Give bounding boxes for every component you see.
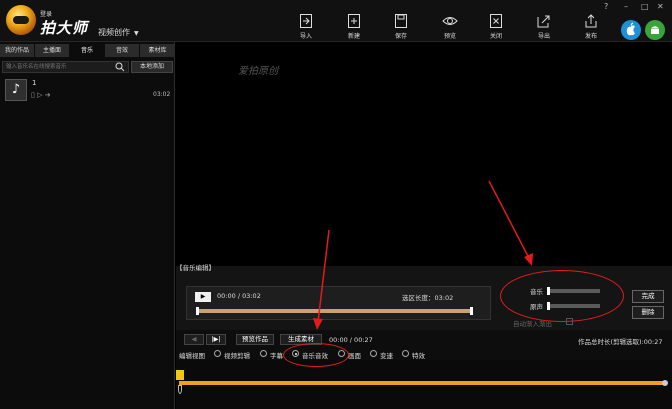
preview-watermark: 爱拍原创 <box>238 66 278 77</box>
view-radio-speed[interactable] <box>370 350 377 357</box>
range-end-handle[interactable] <box>470 307 473 315</box>
timeline-track[interactable] <box>179 381 667 385</box>
total-length: 作品总时长(剪辑选取):00:27 <box>578 338 663 346</box>
view-effects-label: 特效 <box>412 352 425 360</box>
preview-icon <box>442 17 458 25</box>
publish-icon <box>585 14 597 28</box>
maximize-button[interactable]: □ <box>641 2 649 11</box>
publish-label: 发布 <box>584 33 597 40</box>
total-time: 03:02 <box>242 292 261 300</box>
play-icon[interactable]: ▶ <box>195 292 211 302</box>
tab-my-works[interactable]: 我的作品 <box>0 44 34 57</box>
view-radio-subtitle[interactable] <box>260 350 267 357</box>
undo-icon[interactable]: ◀ <box>184 334 204 345</box>
view-frame-label: 画面 <box>348 352 361 360</box>
music-edit-label: 【音乐编辑】 <box>176 264 215 272</box>
mode-menu-label: 视频创作 <box>98 28 130 37</box>
timeline-end-handle[interactable] <box>662 380 668 386</box>
help-button[interactable]: ? <box>604 2 608 11</box>
tab-material-library[interactable]: 素材库 <box>140 44 175 57</box>
chevron-down-icon: ▼ <box>134 30 139 37</box>
tab-anchor[interactable]: 主播面 <box>35 44 69 57</box>
close-icon <box>490 14 502 28</box>
music-item-controls: ▯ ▷ ➔ <box>31 91 51 99</box>
music-duration: 03:02 <box>153 91 171 98</box>
annotation-ellipse-volume <box>500 270 624 322</box>
close-button[interactable]: 关闭 <box>481 14 511 40</box>
mode-menu[interactable]: 视频创作 ▼ <box>98 27 139 38</box>
view-video-edit-label: 视频剪辑 <box>224 352 250 360</box>
music-add-icon[interactable]: ➔ <box>45 91 51 99</box>
import-label: 导入 <box>299 33 312 40</box>
timeline-toolbar: ◀ |▶| 预览作品 生成素材 00:00 / 00:27 作品总时长(剪辑选取… <box>176 330 672 360</box>
apple-icon[interactable] <box>621 20 641 40</box>
timeline <box>176 360 672 409</box>
new-label: 新建 <box>347 33 360 40</box>
delete-button[interactable]: 删除 <box>632 306 664 319</box>
export-icon <box>537 15 550 28</box>
android-icon[interactable] <box>645 20 665 40</box>
music-play-icon[interactable]: ▷ <box>37 91 42 99</box>
timeline-time: 00:00 / 00:27 <box>329 336 373 344</box>
save-label: 保存 <box>394 33 407 40</box>
new-button[interactable]: 新建 <box>339 14 369 40</box>
range-start-handle[interactable] <box>196 307 199 315</box>
library-tabs: 我的作品 主播面 音乐 音效 素材库 <box>0 44 175 58</box>
preview-button[interactable]: 预览 <box>435 14 465 40</box>
new-icon <box>348 14 360 28</box>
view-speed-label: 变速 <box>380 352 393 360</box>
save-icon <box>395 14 407 28</box>
export-button[interactable]: 导出 <box>529 14 559 40</box>
music-file-icon[interactable]: ▯ <box>31 91 35 99</box>
selection-length-label: 选区长度： <box>402 294 435 302</box>
app-logo-icon <box>6 5 36 35</box>
done-button[interactable]: 完成 <box>632 290 664 303</box>
music-time-display: 00:00 / 03:02 <box>217 292 261 300</box>
timeline-marker[interactable] <box>176 370 184 380</box>
window-close-button[interactable]: ✕ <box>657 2 664 11</box>
publish-button[interactable]: 发布 <box>576 14 606 40</box>
left-panel: 我的作品 主播面 音乐 音效 素材库 输入音乐名在线搜索音乐 本地添加 ♪ 1 … <box>0 42 175 409</box>
local-add-button[interactable]: 本地添加 <box>131 61 173 73</box>
save-button[interactable]: 保存 <box>386 14 416 40</box>
import-icon <box>300 14 312 28</box>
title-bar: 登录 拍大师 视频创作 ▼ 导入 新建 保存 预览 关闭 导出 发布 ? – □… <box>0 0 672 42</box>
app-title: 拍大师 <box>40 19 89 37</box>
edit-view-label: 编辑视图 <box>179 352 205 360</box>
view-subtitle-label: 字幕 <box>270 352 283 360</box>
music-name: 1 <box>32 79 37 87</box>
preview-label: 预览 <box>443 33 456 40</box>
view-radio-effects[interactable] <box>402 350 409 357</box>
close-label: 关闭 <box>489 33 502 40</box>
minimize-button[interactable]: – <box>624 2 628 11</box>
timeline-start-handle[interactable] <box>178 385 182 394</box>
search-input[interactable]: 输入音乐名在线搜索音乐 <box>2 61 129 73</box>
tab-music[interactable]: 音乐 <box>70 44 104 57</box>
search-icon[interactable] <box>115 62 125 72</box>
music-list-item[interactable]: ♪ 1 ▯ ▷ ➔ 03:02 <box>0 77 175 105</box>
music-note-icon: ♪ <box>5 79 27 101</box>
export-label: 导出 <box>537 33 550 40</box>
tab-sound-effects[interactable]: 音效 <box>105 44 139 57</box>
music-range-bar[interactable] <box>197 309 472 313</box>
view-radio-video-edit[interactable] <box>214 350 221 357</box>
preview-works-button[interactable]: 预览作品 <box>236 334 274 345</box>
frame-step-icon[interactable]: |▶| <box>206 334 226 345</box>
selection-length-value: 03:02 <box>434 294 454 302</box>
current-time: 00:00 <box>217 292 236 300</box>
music-player: ▶ 00:00 / 03:02 选区长度：03:02 <box>186 286 491 320</box>
annotation-ellipse-music-view <box>283 343 349 367</box>
import-button[interactable]: 导入 <box>291 14 321 40</box>
video-preview: 爱拍原创 <box>176 42 672 266</box>
time-separator: / <box>237 292 241 300</box>
selection-length: 选区长度：03:02 <box>402 292 453 302</box>
